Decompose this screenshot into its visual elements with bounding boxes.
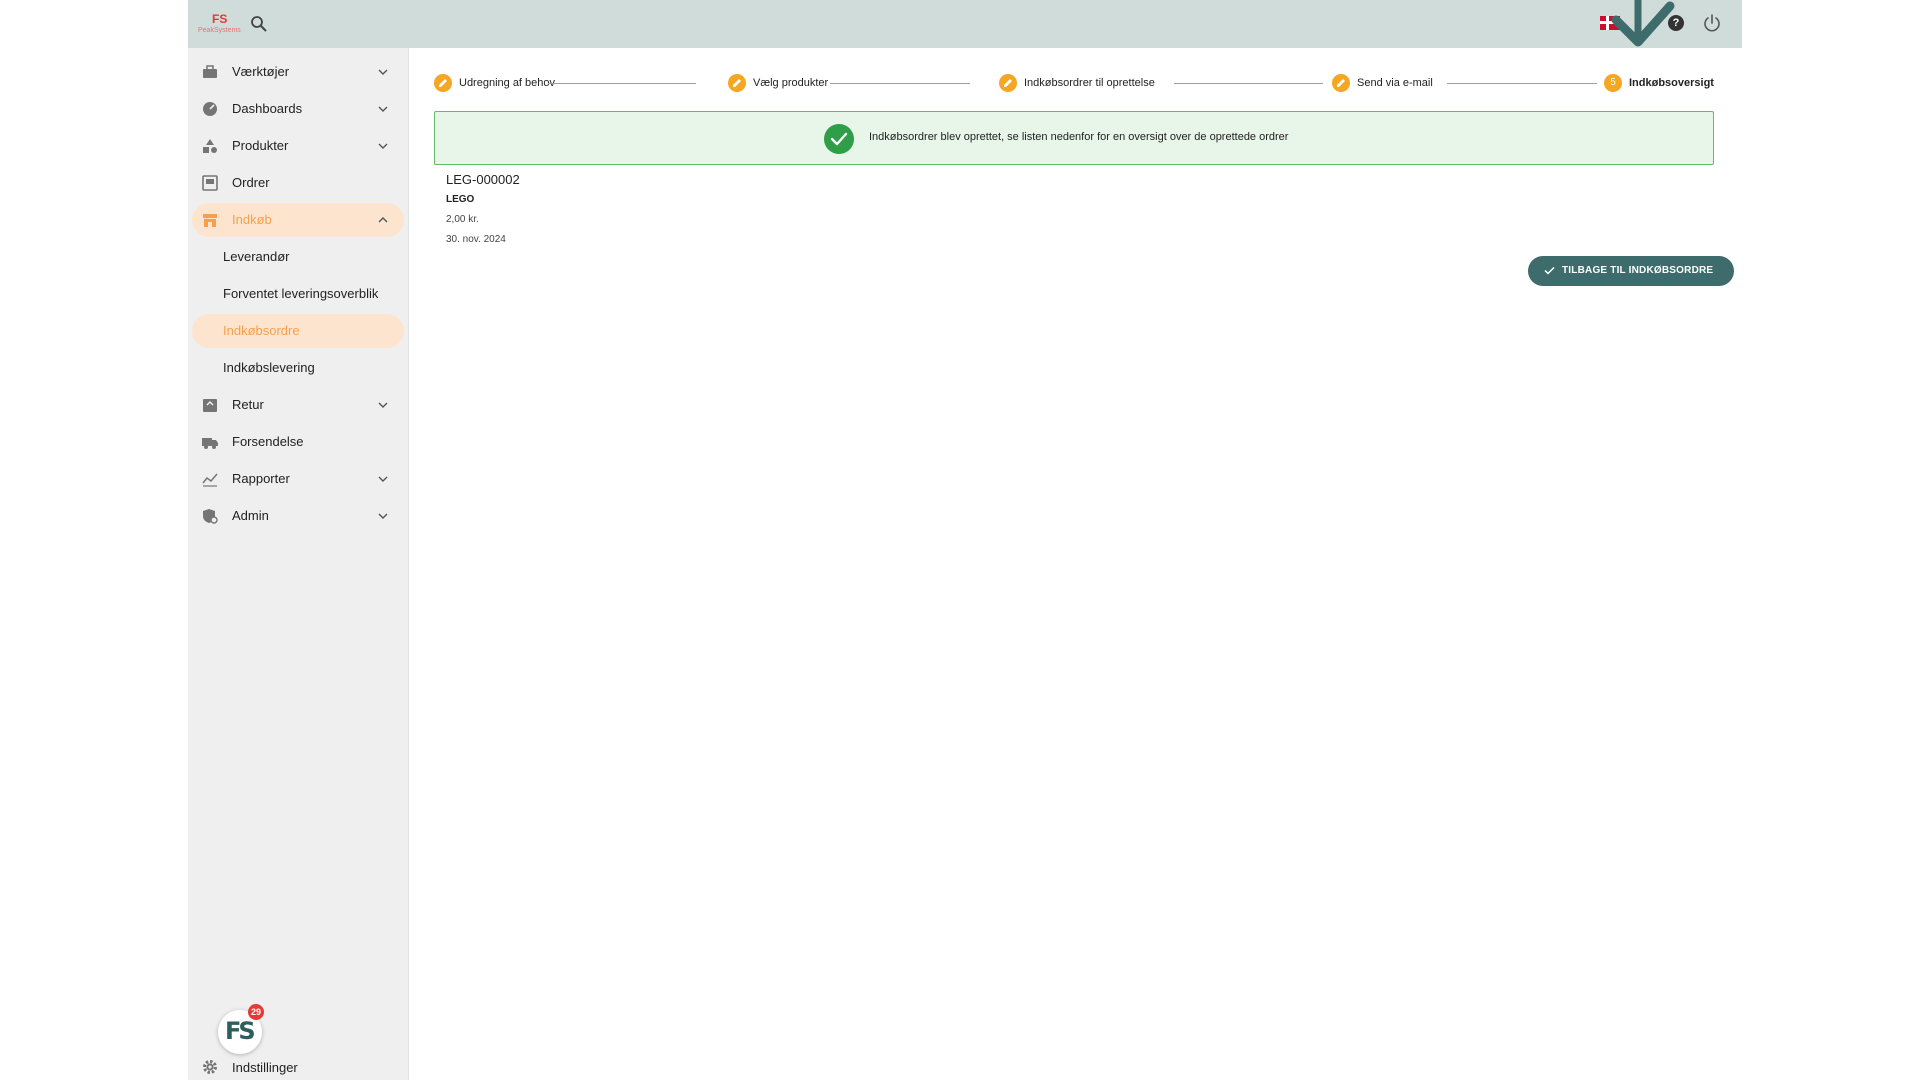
chevron-down-icon[interactable]: [376, 102, 390, 116]
sidebar-item-vaerktoejer[interactable]: Værktøjer: [188, 55, 404, 89]
step-label: Send via e-mail: [1357, 77, 1433, 89]
step-connector: [548, 83, 696, 84]
search-icon[interactable]: [249, 14, 269, 34]
sidebar-item-label: Indkøb: [232, 212, 272, 227]
sidebar-subitem-label: Forventet leveringsoverblik: [223, 286, 379, 301]
sidebar-item-label: Admin: [232, 508, 269, 523]
sidebar-item-admin[interactable]: Admin: [188, 499, 404, 533]
sidebar-subitem-label: Leverandør: [223, 249, 290, 264]
step-label: Udregning af behov: [459, 77, 556, 89]
toolbox-icon: [202, 64, 218, 80]
check-circle-icon: [824, 124, 854, 154]
step-connector: [1174, 83, 1323, 84]
sidebar-item-ordrer[interactable]: Ordrer: [188, 166, 404, 200]
sidebar-item-label: Produkter: [232, 138, 289, 153]
order-id[interactable]: LEG-000002: [446, 172, 520, 187]
help-icon[interactable]: ?: [1668, 15, 1684, 31]
pencil-icon: [728, 74, 746, 92]
sidebar-item-label: Retur: [232, 397, 264, 412]
sidebar-subitem-label: Indkøbsordre: [223, 323, 300, 338]
admin-shield-icon: [202, 508, 218, 524]
sidebar-item-label: Ordrer: [232, 175, 270, 190]
step-number-badge: 5: [1604, 74, 1622, 92]
back-button-label: TILBAGE TIL INDKØBSORDRE: [1562, 265, 1714, 276]
chevron-down-icon[interactable]: [376, 398, 390, 412]
sidebar-subitem-forventet-leveringsoverblik[interactable]: Forventet leveringsoverblik: [188, 277, 404, 311]
order-amount: 2,00 kr.: [446, 214, 479, 225]
sidebar-item-label: Rapporter: [232, 471, 290, 486]
order-vendor: LEGO: [446, 194, 475, 205]
sidebar-item-rapporter[interactable]: Rapporter: [188, 462, 404, 496]
settings-label: Indstillinger: [232, 1060, 298, 1075]
step-connector: [830, 83, 970, 84]
app-logo[interactable]: FS PeakSystems: [198, 12, 241, 36]
logo-subtext: PeakSystems: [198, 27, 241, 34]
sidebar-subitem-indkoebslevering[interactable]: Indkøbslevering: [188, 351, 404, 385]
truck-icon: [202, 434, 218, 450]
sidebar-item-label: Dashboards: [232, 101, 303, 116]
chevron-down-icon[interactable]: [376, 139, 390, 153]
store-icon: [202, 212, 218, 228]
success-alert: Indkøbsordrer blev oprettet, se listen n…: [434, 111, 1714, 165]
sidebar-item-label: Forsendelse: [232, 434, 304, 449]
chevron-down-icon[interactable]: [376, 472, 390, 486]
gauge-icon: [202, 101, 218, 117]
shapes-icon: [202, 138, 218, 154]
logo-mark: FS: [212, 12, 228, 26]
step-label: Vælg produkter: [753, 77, 829, 89]
app-window: FS PeakSystems ? Værktøjer Dashboards Pr…: [188, 0, 1742, 1080]
sidebar: Værktøjer Dashboards Produkter Ordrer In…: [188, 48, 409, 1080]
sidebar-item-produkter[interactable]: Produkter: [188, 129, 404, 163]
return-box-icon: [202, 397, 218, 413]
support-logo: FS: [225, 1017, 256, 1045]
step-connector: [1447, 83, 1597, 84]
order-date: 30. nov. 2024: [446, 234, 506, 245]
notification-count-badge: 29: [248, 1004, 264, 1020]
chevron-up-icon[interactable]: [376, 213, 390, 227]
power-icon[interactable]: [1702, 13, 1722, 33]
chart-icon: [202, 471, 218, 487]
gear-icon: [202, 1059, 218, 1075]
support-launcher[interactable]: FS 29: [218, 1004, 264, 1054]
sidebar-subitem-label: Indkøbslevering: [223, 360, 315, 375]
alert-message: Indkøbsordrer blev oprettet, se listen n…: [869, 131, 1289, 143]
check-icon: [1544, 266, 1555, 275]
pencil-icon: [999, 74, 1017, 92]
step-label: Indkøbsoversigt: [1629, 77, 1714, 89]
main-content: Udregning af behov Vælg produkter Indkøb…: [408, 48, 1742, 1080]
settings-button[interactable]: Indstillinger: [188, 1052, 404, 1082]
pencil-icon: [434, 74, 452, 92]
inbox-icon: [202, 175, 218, 191]
sidebar-item-indkoeb[interactable]: Indkøb: [192, 203, 404, 237]
top-bar: FS PeakSystems ?: [188, 0, 1742, 48]
pencil-icon: [1332, 74, 1350, 92]
step-label: Indkøbsordrer til oprettelse: [1024, 77, 1155, 89]
sidebar-item-retur[interactable]: Retur: [188, 388, 404, 422]
sidebar-item-dashboards[interactable]: Dashboards: [188, 92, 404, 126]
sidebar-subitem-leverandoer[interactable]: Leverandør: [188, 240, 404, 274]
sidebar-item-forsendelse[interactable]: Forsendelse: [188, 425, 404, 459]
chevron-down-icon[interactable]: [376, 65, 390, 79]
chevron-down-icon[interactable]: [376, 509, 390, 523]
sidebar-subitem-indkoebsordre[interactable]: Indkøbsordre: [192, 314, 404, 348]
sidebar-item-label: Værktøjer: [232, 64, 290, 79]
back-to-purchase-orders-button[interactable]: TILBAGE TIL INDKØBSORDRE: [1528, 256, 1734, 286]
